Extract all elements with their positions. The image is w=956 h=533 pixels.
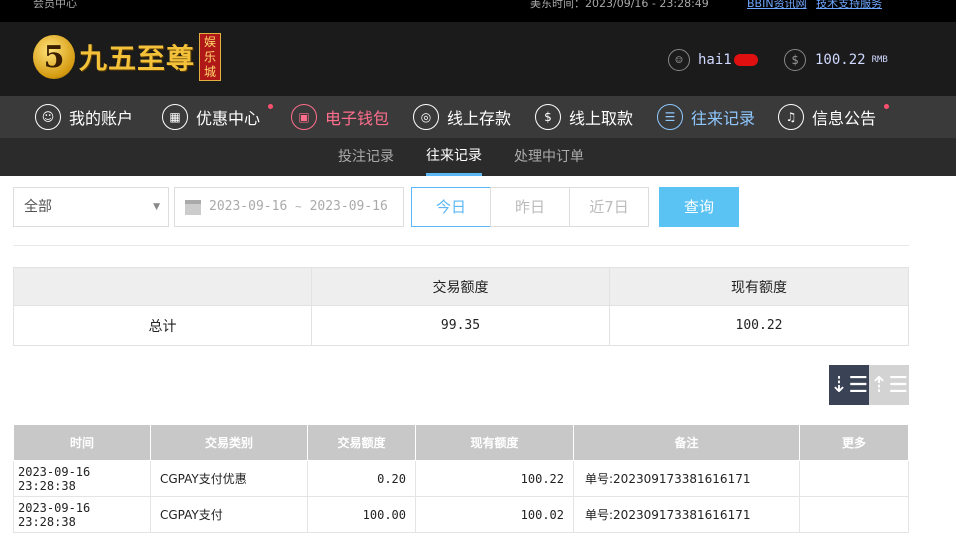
table-row: 2023-09-16 23:28:38 CGPAY支付 100.00 100.0… [13,496,909,533]
nav-item-deposit[interactable]: ◎ 线上存款 [413,96,511,138]
cell-time: 2023-09-16 23:28:38 [13,496,151,533]
nav-item-announcements[interactable]: ♫ 信息公告 [778,96,876,138]
tab-bet-records[interactable]: 投注记录 [338,138,394,176]
category-select-value: 全部 [24,199,52,215]
cell-amount: 0.20 [307,460,416,497]
tab-transaction-records[interactable]: 往来记录 [426,138,482,176]
summary-total-label: 总计 [13,305,312,346]
column-header: 时间 [13,424,151,461]
nav-item-label: 线上取款 [569,109,634,128]
cell-type: CGPAY支付优惠 [150,460,308,497]
nav-item-label: 信息公告 [812,109,877,128]
calendar-icon [185,200,201,215]
query-button[interactable]: 查询 [659,187,739,227]
cell-balance: 100.22 [415,460,574,497]
deposit-icon: ◎ [413,104,439,130]
gift-icon: ▦ [162,104,188,130]
cell-more[interactable] [799,460,909,497]
logo-text: 九五至尊 [79,42,196,75]
last-7-days-button[interactable]: 近7日 [569,187,649,227]
chevron-down-icon: ▼ [153,202,160,212]
username: hai1 [698,52,732,68]
wallet-icon: ▣ [291,104,317,130]
balance-unit: RMB [871,55,888,65]
date-range-input[interactable]: 2023-09-16 ~ 2023-09-16 [174,187,404,227]
nav-item-wallet[interactable]: ▣ 电子钱包 [291,96,389,138]
dollar-icon: $ [784,49,806,71]
summary-header-cell: 交易额度 [311,267,610,306]
promotions-notification-dot [268,104,273,109]
nav-item-label: 往来记录 [691,109,756,128]
bell-icon: ♫ [778,104,804,130]
column-header: 备注 [573,424,800,461]
sort-controls: ⇣☰ ⇡☰ [829,365,909,405]
summary-header-row: 交易额度 现有额度 [13,267,909,306]
records-header-row: 时间 交易类别 交易额度 现有额度 备注 更多 [13,424,909,461]
cell-note: 单号:202309173381616171 [573,496,800,533]
summary-current-balance: 100.22 [609,305,909,346]
nav-item-label: 线上存款 [447,109,512,128]
summary-header-cell [13,267,312,306]
column-header: 交易类别 [150,424,308,461]
nav-item-label: 我的账户 [69,109,134,128]
sort-ascending-icon[interactable]: ⇡☰ [869,365,909,405]
logo-mark: 5 [33,35,75,79]
summary-header-cell: 现有额度 [609,267,909,306]
main-nav: ☺ 我的账户 ▦ 优惠中心 ▣ 电子钱包 ◎ 线上存款 $ 线上取款 ☰ 往来记… [0,96,956,138]
announcements-notification-dot [884,104,889,109]
member-center-label: 会员中心 [33,0,77,10]
date-separator: ~ [295,200,302,213]
date-to: 2023-09-16 [309,199,388,214]
balance-amount: 100.22 [815,52,866,68]
site-logo[interactable]: 5 九五至尊 娱乐城 [33,33,222,81]
today-button[interactable]: 今日 [411,187,491,227]
nav-item-label: 电子钱包 [325,109,390,128]
cell-balance: 100.02 [415,496,574,533]
cell-amount: 100.00 [307,496,416,533]
nav-item-withdraw[interactable]: $ 线上取款 [535,96,633,138]
column-header: 更多 [799,424,909,461]
nav-item-promotions[interactable]: ▦ 优惠中心 [162,96,260,138]
records-table: 时间 交易类别 交易额度 现有额度 备注 更多 2023-09-16 23:28… [13,424,909,533]
tab-pending-orders[interactable]: 处理中订单 [514,138,584,176]
cell-more[interactable] [799,496,909,533]
user-icon: ☺ [35,104,61,130]
balance-info[interactable]: $ 100.22 RMB [784,49,888,71]
records-icon: ☰ [657,104,683,130]
header: 5 九五至尊 娱乐城 ☺ hai1 $ 100.22 RMB [0,22,956,96]
sub-nav: 投注记录 往来记录 处理中订单 [0,138,956,176]
divider [13,245,909,246]
withdraw-icon: $ [535,104,561,130]
column-header: 现有额度 [415,424,574,461]
top-links: BBIN资讯网 技术支持服务 [747,0,888,11]
bbin-info-link[interactable]: BBIN资讯网 [747,0,807,10]
cell-time: 2023-09-16 23:28:38 [13,460,151,497]
summary-transaction-amount: 99.35 [311,305,610,346]
logo-badge: 娱乐城 [199,33,222,81]
date-from: 2023-09-16 [209,199,288,214]
tech-support-link[interactable]: 技术支持服务 [816,0,882,10]
redaction-mark [733,54,758,66]
yesterday-button[interactable]: 昨日 [490,187,570,227]
user-icon: ☺ [668,49,690,71]
nav-item-records[interactable]: ☰ 往来记录 [657,96,755,138]
user-info[interactable]: ☺ hai1 [668,49,758,71]
cell-type: CGPAY支付 [150,496,308,533]
summary-total-row: 总计 99.35 100.22 [13,305,909,346]
top-bar: 会员中心 美东时间：2023/09/16 - 23:28:49 BBIN资讯网 … [0,0,956,22]
eastern-time-label: 美东时间：2023/09/16 - 23:28:49 [530,0,709,10]
nav-item-my-account[interactable]: ☺ 我的账户 [35,96,133,138]
summary-table: 交易额度 现有额度 总计 99.35 100.22 [13,267,909,346]
table-row: 2023-09-16 23:28:38 CGPAY支付优惠 0.20 100.2… [13,460,909,497]
category-select[interactable]: 全部 ▼ [13,187,169,227]
nav-item-label: 优惠中心 [196,109,261,128]
cell-note: 单号:202309173381616171 [573,460,800,497]
column-header: 交易额度 [307,424,416,461]
sort-descending-icon[interactable]: ⇣☰ [829,365,869,405]
